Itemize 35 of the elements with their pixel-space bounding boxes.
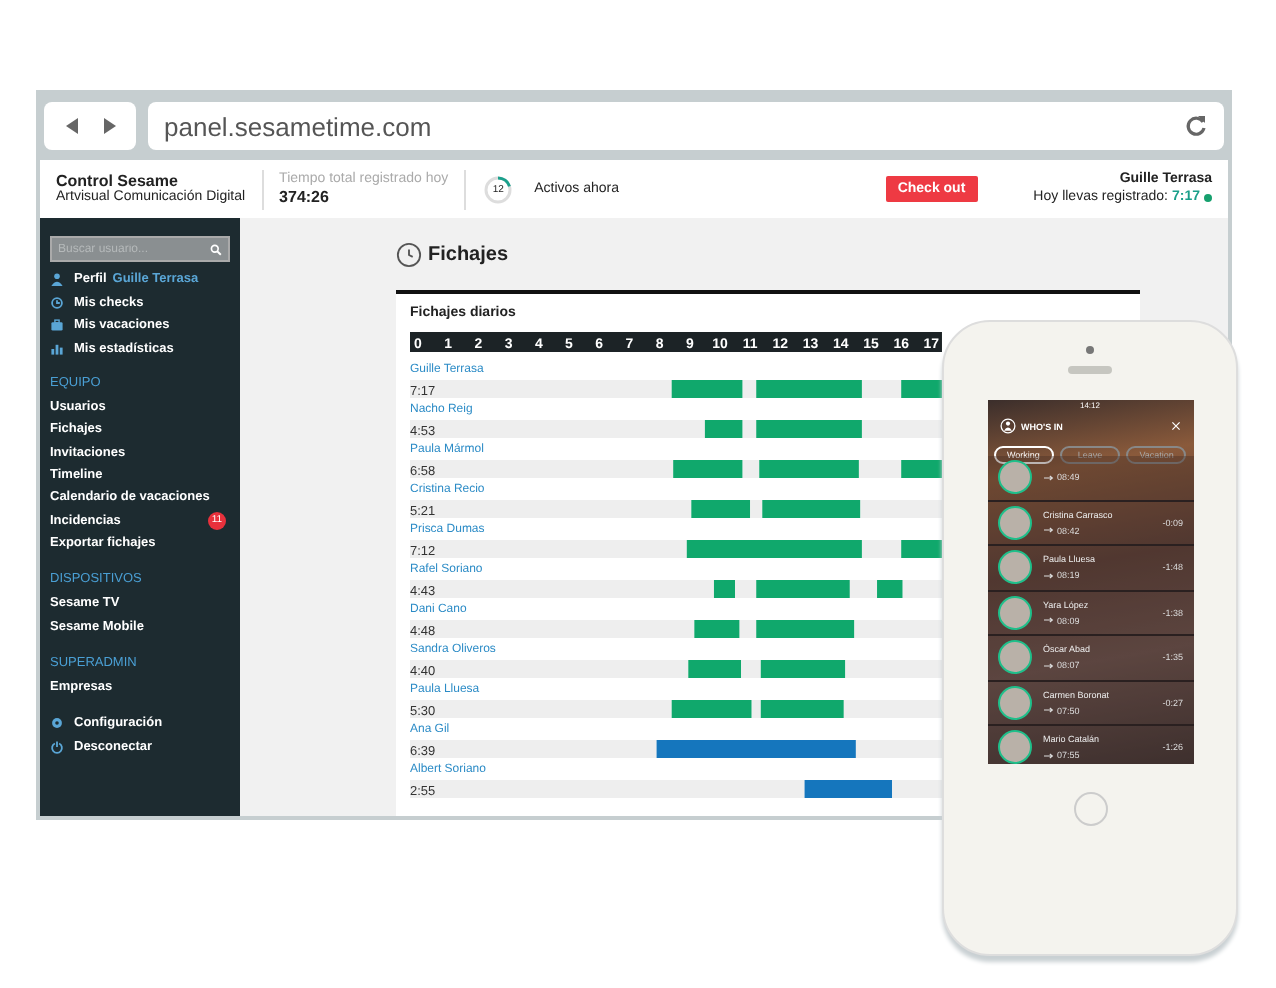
- reload-icon[interactable]: [1184, 114, 1208, 138]
- arrow-icon: [1043, 661, 1053, 670]
- clock-icon: [396, 241, 422, 267]
- arrow-icon: [1043, 751, 1053, 760]
- avatar-circle: [997, 460, 1031, 495]
- avatar-circle: [997, 505, 1031, 540]
- close-icon[interactable]: [1169, 420, 1181, 432]
- camera-dot: [1086, 346, 1094, 354]
- arrow-icon: [1043, 571, 1053, 580]
- status-dot: [1204, 193, 1212, 202]
- forward-icon[interactable]: [99, 116, 119, 136]
- url-text: panel.sesametime.com: [164, 111, 434, 141]
- search-icon[interactable]: [210, 243, 222, 255]
- back-icon[interactable]: [61, 116, 81, 136]
- settings-icon: [50, 716, 64, 731]
- avatar-circle: [997, 685, 1031, 720]
- arrow-icon: [1043, 473, 1053, 482]
- chart-icon: [50, 341, 64, 356]
- avatar-circle: [997, 730, 1031, 764]
- arrow-icon: [1043, 616, 1053, 625]
- clock-icon: [50, 295, 64, 310]
- page-title: Fichajes: [428, 243, 509, 265]
- person-icon: [50, 272, 64, 287]
- arrow-icon: [1043, 526, 1053, 535]
- speaker-slot: [1068, 366, 1112, 374]
- power-icon: [50, 739, 64, 754]
- total-time-value: 374:26: [279, 187, 331, 207]
- avatar-circle: [997, 640, 1031, 675]
- arrow-icon: [1043, 706, 1053, 715]
- avatar-circle: [997, 595, 1031, 630]
- person-icon: [999, 418, 1015, 434]
- address-bar[interactable]: panel.sesametime.com: [148, 102, 1224, 150]
- avatar-circle: [997, 550, 1031, 585]
- company-name: Control Sesame: [56, 171, 180, 189]
- suitcase-icon: [50, 318, 64, 333]
